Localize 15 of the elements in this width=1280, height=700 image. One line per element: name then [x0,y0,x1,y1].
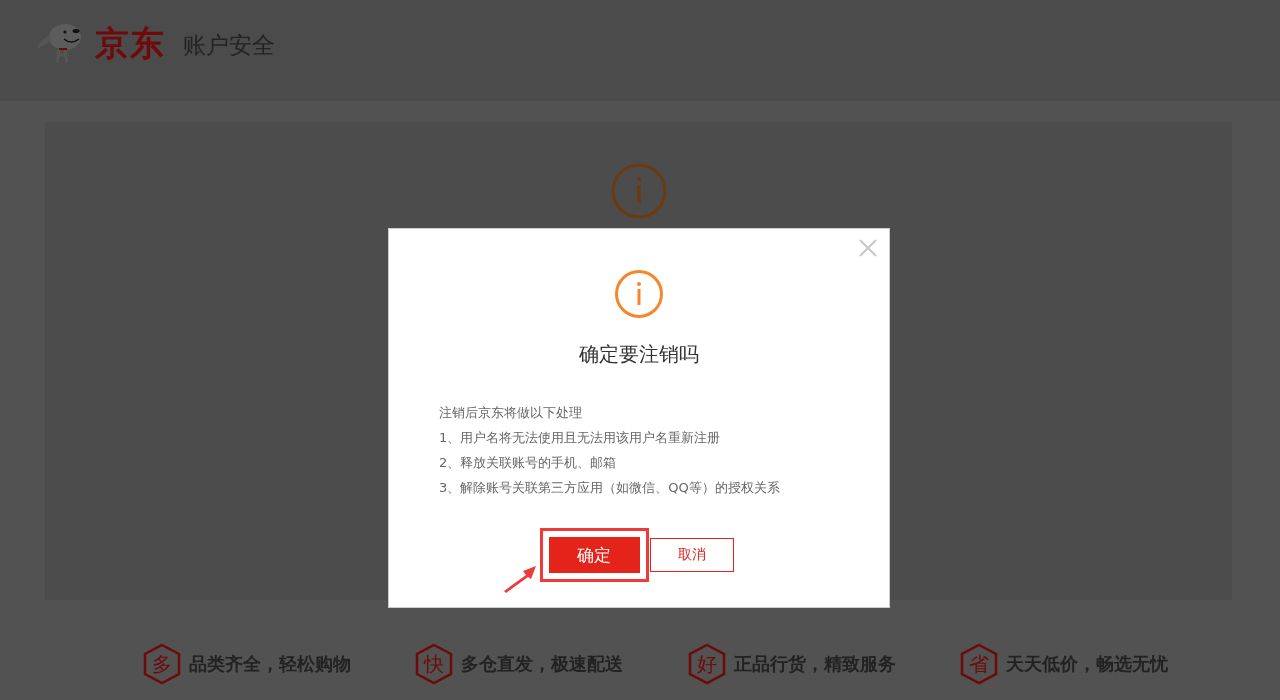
list-item-text: 2、释放关联账号的手机、邮箱 [439,454,618,472]
confirm-button[interactable]: 确定 [548,537,640,573]
pointer-arrow-icon [502,563,538,593]
intro-text: 注销后京东将做以下处理 [439,404,583,422]
info-icon [614,269,664,319]
list-item-text: 3、解除账号关联第三方应用（如微信、QQ等）的授权关系 [439,479,781,497]
list-item-text: 1、用户名将无法使用且无法用该用户名重新注册 [439,429,722,447]
hexagon-badge: 多 [143,643,181,685]
hexagon-badge: 快 [415,643,454,685]
close-button[interactable] [857,237,879,259]
dialog-title: 确定要注销吗 [579,341,699,368]
hexagon-badge: 省 [959,643,998,685]
info-icon [609,162,668,220]
hexagon-badge: 好 [687,643,726,685]
cancel-button[interactable]: 取消 [649,538,734,572]
